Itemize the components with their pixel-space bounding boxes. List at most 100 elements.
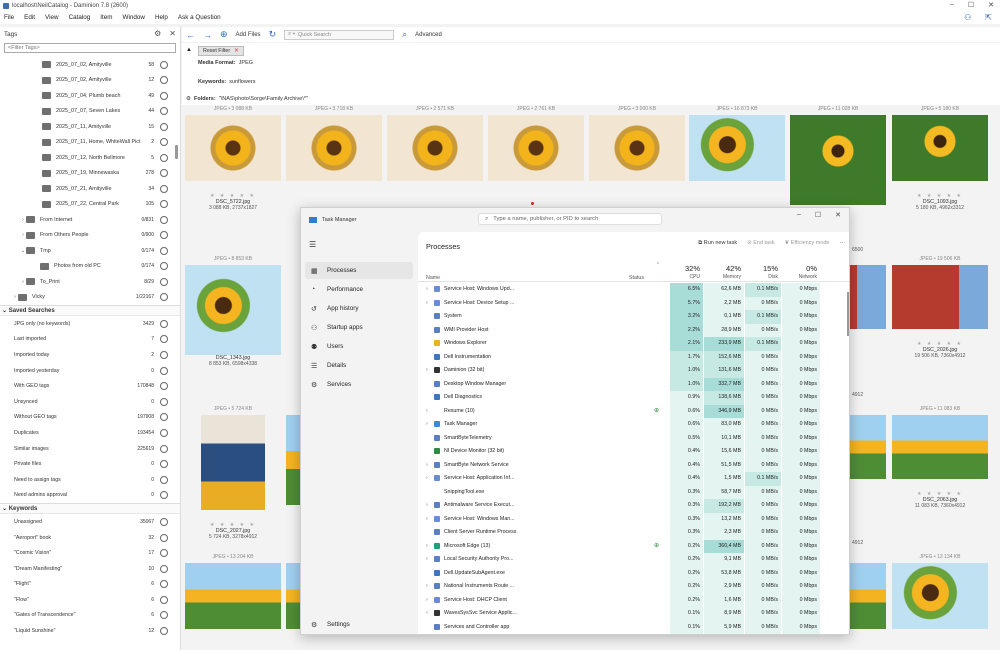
process-row[interactable]: › Microsoft Edge (13) ⊕ 0.2% 360,4 MB 0 MB/s 0…: [418, 539, 849, 553]
process-row[interactable]: Dell Instrumentation 1.7% 152,6 MB 0 MB/s 0 …: [418, 350, 849, 364]
expand-chevron-icon[interactable]: ›: [426, 597, 428, 603]
select-circle[interactable]: [160, 335, 168, 344]
folder-item[interactable]: 2025_07_19, Minnewaska 278: [0, 166, 180, 182]
select-circle[interactable]: [160, 611, 168, 620]
expand-chevron-icon[interactable]: ›: [426, 556, 428, 562]
expand-chevron-icon[interactable]: ›: [426, 367, 428, 373]
folder-item[interactable]: 2025_07_21, Amityville 34: [0, 181, 180, 197]
tm-minimize-icon[interactable]: –: [797, 211, 801, 219]
photo-image[interactable]: [892, 265, 988, 329]
expand-chevron-icon[interactable]: ›: [426, 610, 428, 616]
process-row[interactable]: Services and Controller app 0.1% 5,9 MB 0 M…: [418, 620, 849, 634]
thumbnail[interactable]: JPEG • 11 028 KB: [790, 106, 886, 205]
col-status[interactable]: Status: [629, 275, 644, 281]
select-circle[interactable]: [160, 169, 168, 178]
process-row[interactable]: › Task Manager 0.6% 83,0 MB 0 MB/s 0 Mbps: [418, 418, 849, 432]
select-circle[interactable]: [160, 293, 168, 302]
expand-chevron-icon[interactable]: ›: [426, 543, 428, 549]
gear-icon[interactable]: ⚙: [154, 29, 161, 38]
select-circle[interactable]: [160, 627, 168, 636]
select-circle[interactable]: [160, 91, 168, 100]
folder-item[interactable]: 2025_07_02, Amityville 12: [0, 73, 180, 89]
menu-help[interactable]: Help: [155, 14, 168, 21]
process-row[interactable]: › Service Host: Application Inf... 0.4% 1,5…: [418, 472, 849, 486]
folder-item[interactable]: 2025_07_22, Central Park 105: [0, 197, 180, 213]
photo-image[interactable]: [892, 415, 988, 479]
add-files-button[interactable]: Add Files: [236, 32, 261, 38]
photo-image[interactable]: [589, 115, 685, 181]
select-circle[interactable]: [160, 215, 168, 224]
tm-nav-users[interactable]: ⚉ Users: [305, 338, 413, 355]
select-circle[interactable]: [160, 517, 168, 526]
folder-group[interactable]: › From Internet 0/831: [0, 212, 180, 228]
saved-searches-header[interactable]: ⌄ Saved Searches: [0, 305, 180, 316]
tm-nav-services[interactable]: ⚙ Services: [305, 376, 413, 393]
photo-image[interactable]: [892, 563, 988, 629]
user-icon[interactable]: ⚇: [964, 13, 971, 22]
expand-chevron-icon[interactable]: ›: [426, 286, 428, 292]
photo-image[interactable]: [689, 115, 785, 181]
photo-image[interactable]: [488, 115, 584, 181]
thumbnail[interactable]: JPEG • 19 506 KB ★ ★ ★ ★ ★ DSC_2026.jpg 19 …: [892, 256, 988, 359]
expand-chevron-icon[interactable]: ›: [426, 300, 428, 306]
folder-group[interactable]: › From Others People 0/900: [0, 228, 180, 244]
expand-chevron-icon[interactable]: ›: [426, 408, 428, 414]
process-row[interactable]: Client Server Runtime Process 0.3% 2,3 MB 0…: [418, 526, 849, 540]
photo-image[interactable]: [892, 115, 988, 181]
thumbnail[interactable]: JPEG • 5 724 KB ★ ★ ★ ★ ★ DSC_2027.jpg 5 72…: [185, 406, 281, 540]
folder-item[interactable]: 2025_07_11, Amityville 15: [0, 119, 180, 135]
saved-search-item[interactable]: With GEO tags 170848: [0, 378, 180, 394]
select-circle[interactable]: [160, 382, 168, 391]
menu-ask-a-question[interactable]: Ask a Question: [178, 14, 221, 21]
process-row[interactable]: › Service Host: Device Setup ... 5.7% 2,2 M…: [418, 296, 849, 310]
process-row[interactable]: System 3.2% 0,1 MB 0.1 MB/s 0 Mbps: [418, 310, 849, 324]
process-row[interactable]: Windows Explorer 2.1% 233,9 MB 0.1 MB/s 0 Mb…: [418, 337, 849, 351]
cpu-total[interactable]: 32%: [670, 264, 700, 273]
advanced-button[interactable]: Advanced: [415, 32, 442, 38]
disk-total[interactable]: 15%: [745, 264, 778, 273]
add-files-icon[interactable]: ⊕: [220, 29, 228, 40]
select-circle[interactable]: [160, 428, 168, 437]
saved-search-item[interactable]: Private files 0: [0, 456, 180, 472]
process-row[interactable]: › WavesSysSvc Service Applic... 0.1% 8,9 MB…: [418, 607, 849, 621]
folder-group[interactable]: › Vicky 1/22167: [0, 290, 180, 306]
folder-group[interactable]: › To_Print 8/29: [0, 274, 180, 290]
process-row[interactable]: › Service Host: Windows Upd... 6.5% 62,6 MB…: [418, 283, 849, 297]
keyword-item[interactable]: "Liquid Sunshine" 12: [0, 623, 180, 639]
select-circle[interactable]: [160, 595, 168, 604]
folder-item[interactable]: 2025_07_11, Home, WhiteWall Pict 2: [0, 135, 180, 151]
select-circle[interactable]: [160, 580, 168, 589]
photo-image[interactable]: [790, 115, 886, 205]
thumbnail[interactable]: JPEG • 2 761 KB: [488, 106, 584, 181]
saved-search-item[interactable]: Need admins approval 0: [0, 488, 180, 504]
expand-chevron-icon[interactable]: ›: [426, 516, 428, 522]
menu-item[interactable]: Item: [100, 14, 112, 21]
menu-view[interactable]: View: [45, 14, 59, 21]
col-cpu[interactable]: CPU: [670, 274, 700, 280]
select-circle[interactable]: [160, 277, 168, 286]
process-row[interactable]: › Antimalware Service Execut... 0.3% 192,2 …: [418, 499, 849, 513]
col-disk[interactable]: Disk: [745, 274, 778, 280]
select-circle[interactable]: [160, 319, 168, 328]
process-row[interactable]: › National Instruments Route ... 0.2% 2,9 M…: [418, 580, 849, 594]
select-circle[interactable]: [160, 564, 168, 573]
select-circle[interactable]: [160, 138, 168, 147]
folder-group[interactable]: ⌄ Tmp 0/174: [0, 243, 180, 259]
select-circle[interactable]: [160, 107, 168, 116]
select-circle[interactable]: [160, 460, 168, 469]
expand-chevron-icon[interactable]: ›: [426, 475, 428, 481]
expand-chevron-icon[interactable]: ›: [426, 421, 428, 427]
tm-nav-startup-apps[interactable]: ⚇ Startup apps: [305, 319, 413, 336]
process-row[interactable]: › Resume (10) ⊕ 0.6% 346,9 MB 0 MB/s 0 Mbps: [418, 404, 849, 418]
tm-maximize-icon[interactable]: ☐: [815, 211, 821, 219]
tm-nav-details[interactable]: ☰ Details: [305, 357, 413, 374]
thumbnail[interactable]: JPEG • 5 180 KB ★ ★ ★ ★ ★ DSC_1093.jpg 5 18…: [892, 106, 988, 211]
process-row[interactable]: › Service Host: Windows Man... 0.3% 13,2 MB…: [418, 512, 849, 526]
photo-image[interactable]: [185, 115, 281, 181]
network-total[interactable]: 0%: [782, 264, 817, 273]
reset-filter-button[interactable]: Reset Filter ✕: [198, 46, 244, 56]
select-circle[interactable]: [160, 397, 168, 406]
share-icon[interactable]: ⇱: [985, 13, 992, 22]
select-circle[interactable]: [160, 366, 168, 375]
left-scrollbar[interactable]: [175, 145, 178, 159]
